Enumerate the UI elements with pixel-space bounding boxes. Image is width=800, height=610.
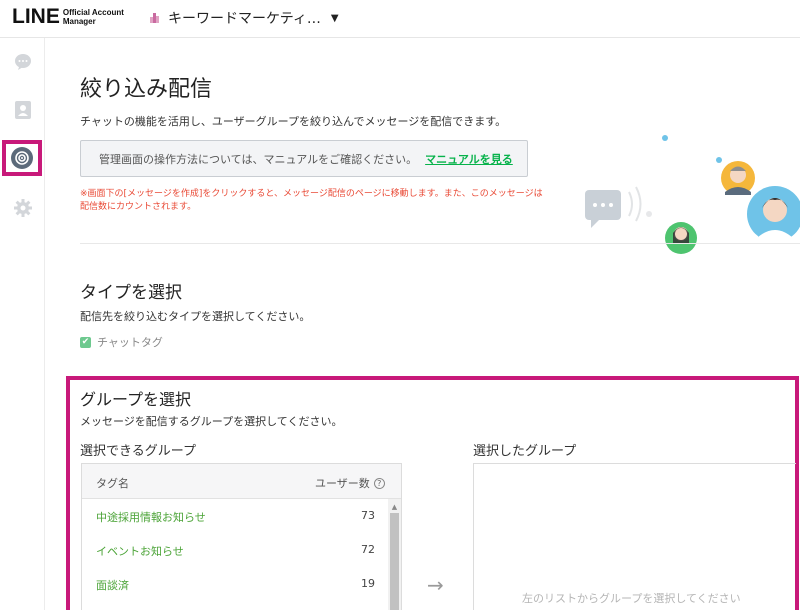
table-header: タグ名 ユーザー数 ? — [82, 464, 401, 499]
available-groups-table: タグ名 ユーザー数 ? 中途採用情報お知らせ 73 イベントお知らせ 72 面談… — [81, 463, 402, 610]
group-count: 19 — [361, 577, 375, 590]
group-name: イベントお知らせ — [96, 545, 184, 558]
selected-groups-placeholder: 左のリストからグループを選択してください — [522, 592, 741, 605]
sidebar-item-settings[interactable] — [0, 192, 45, 224]
chat-icon — [14, 54, 31, 70]
group-section-description: メッセージを配信するグループを選択してください。 — [80, 415, 343, 428]
sidebar-item-broadcast[interactable] — [2, 140, 42, 176]
top-bar: LINE Official Account Manager キーワードマーケティ… — [0, 0, 800, 38]
group-name: 面談済 — [96, 579, 129, 592]
warning-note: ※画面下の[メッセージを作成]をクリックすると、メッセージ配信のページに移動しま… — [80, 188, 550, 214]
account-name: キーワードマーケティ… — [168, 11, 321, 27]
scrollbar-thumb[interactable] — [390, 513, 399, 610]
page-title: 絞り込み配信 — [80, 77, 213, 102]
selected-groups-box — [473, 463, 796, 610]
column-user-count-label: ユーザー数 — [315, 477, 370, 490]
section-divider — [80, 243, 800, 244]
logo-subtitle-line1: Official Account — [62, 7, 124, 17]
table-row[interactable]: イベントお知らせ 72 — [82, 533, 387, 567]
column-tag-name: タグ名 — [96, 477, 129, 490]
broadcast-icon — [11, 147, 33, 169]
group-name: 中途採用情報お知らせ — [96, 511, 206, 524]
type-section-description: 配信先を絞り込むタイプを選択してください。 — [80, 310, 311, 323]
table-row[interactable]: 中途採用情報お知らせ 73 — [82, 499, 387, 533]
manual-link[interactable]: マニュアルを見る — [425, 151, 513, 167]
manual-notice-text: 管理画面の操作方法については、マニュアルをご確認ください。 — [99, 152, 418, 166]
help-icon[interactable]: ? — [373, 477, 385, 489]
manual-notice: 管理画面の操作方法については、マニュアルをご確認ください。 マニュアルを見る — [80, 140, 528, 177]
table-row[interactable]: 面談済 19 — [82, 567, 387, 601]
group-count: 73 — [361, 509, 375, 522]
checkmark-icon: ✔ — [80, 336, 91, 348]
logo-subtitle-line2: Manager — [62, 16, 96, 26]
account-icon — [150, 13, 159, 23]
page-description: チャットの機能を活用し、ユーザーグループを絞り込んでメッセージを配信できます。 — [80, 115, 507, 128]
group-section-title: グループを選択 — [80, 390, 192, 409]
sidebar-item-chat[interactable] — [0, 46, 45, 78]
account-switcher[interactable]: キーワードマーケティ… ▼ — [150, 8, 339, 28]
chat-tag-checkbox[interactable]: ✔ チャットタグ — [80, 334, 163, 350]
type-section-title: タイプを選択 — [80, 283, 182, 303]
scroll-up-icon[interactable]: ▲ — [388, 503, 401, 511]
gear-icon — [13, 199, 32, 217]
available-groups-label: 選択できるグループ — [80, 444, 196, 459]
line-logo[interactable]: LINE Official Account Manager — [12, 6, 124, 27]
sidebar-item-contacts[interactable] — [0, 94, 45, 126]
group-count: 72 — [361, 543, 375, 556]
warning-line-1: ※画面下の[メッセージを作成]をクリックすると、メッセージ配信のページに移動しま… — [80, 189, 543, 199]
arrow-right-icon[interactable]: → — [427, 573, 444, 597]
contacts-icon — [14, 101, 31, 119]
chevron-down-icon: ▼ — [330, 12, 339, 24]
chat-tag-label: チャットタグ — [97, 336, 163, 349]
logo-wordmark: LINE — [12, 5, 60, 28]
logo-subtitle: Official Account Manager — [63, 8, 124, 26]
broadcast-illustration — [585, 135, 800, 254]
table-scrollbar[interactable]: ▲ — [388, 499, 401, 610]
selected-groups-label: 選択したグループ — [473, 444, 577, 459]
column-user-count: ユーザー数 ? — [315, 475, 385, 491]
sidebar — [0, 38, 45, 610]
warning-line-2: 配信数にカウントされます。 — [80, 202, 197, 212]
